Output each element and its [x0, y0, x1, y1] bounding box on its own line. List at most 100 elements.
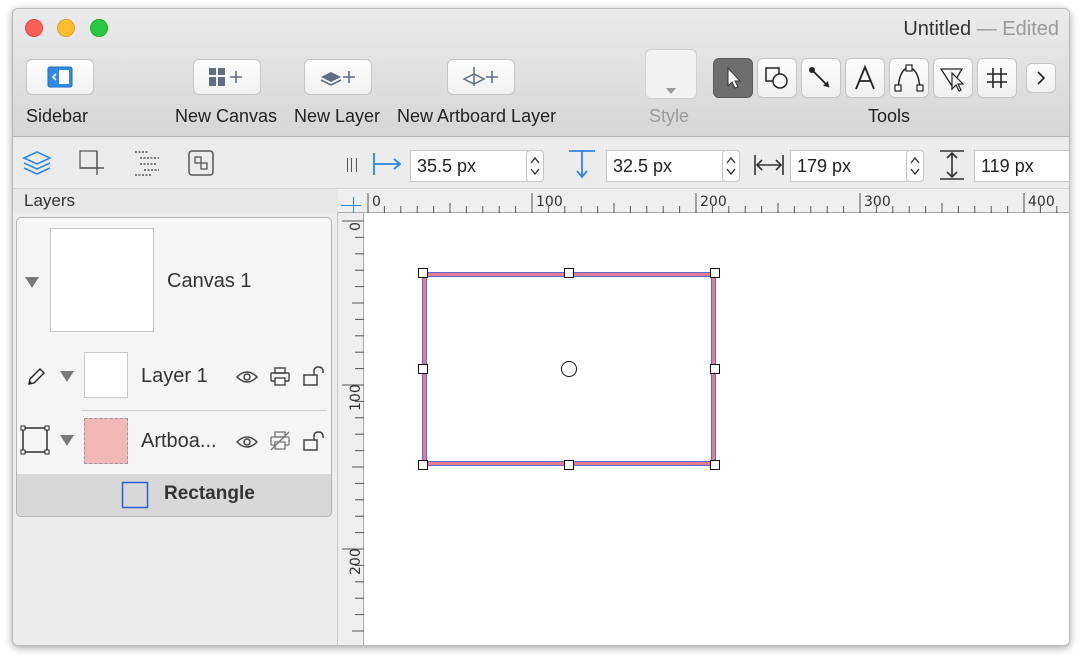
artboard-thumbnail[interactable] [84, 418, 128, 464]
new-layer-button[interactable] [304, 59, 372, 95]
zoom-window-button[interactable] [90, 19, 108, 37]
grid-hash-icon [987, 68, 1007, 88]
close-window-button[interactable] [25, 19, 43, 37]
ruler-label: 0 [372, 194, 381, 210]
layer-1-thumbnail[interactable] [84, 352, 128, 398]
x-position-stepper[interactable] [526, 150, 544, 182]
minimize-window-button[interactable] [57, 19, 75, 37]
app-window: Untitled — Edited Sidebar New Canvas New… [12, 8, 1070, 646]
vertical-ruler-ticks [342, 220, 364, 632]
point-editor-icon [939, 68, 965, 92]
selected-object-row[interactable]: Rectangle [17, 474, 331, 516]
style-well[interactable] [645, 49, 697, 99]
style-label: Style [649, 106, 690, 126]
resize-handle-bottom[interactable] [564, 460, 574, 470]
document-name: Untitled [903, 18, 972, 40]
geometry-inspector-bar: 35.5 px 32.5 px 179 px 119 px [338, 137, 1069, 189]
x-position-icon [373, 153, 402, 175]
sidebar-toggle-button[interactable] [26, 59, 94, 95]
tab-canvases[interactable] [76, 147, 108, 179]
shape-tool[interactable] [757, 58, 797, 98]
layers-icon [22, 151, 52, 175]
new-artboard-layer-button[interactable] [447, 59, 515, 95]
more-tools-button[interactable] [1026, 63, 1056, 93]
resize-handle-bottom-left[interactable] [418, 460, 428, 470]
row-divider [81, 410, 327, 411]
sidebar-label: Sidebar [26, 106, 89, 126]
horizontal-ruler[interactable]: 0 100 200 300 400 [338, 189, 1069, 213]
printing-disabled-icon[interactable] [268, 429, 292, 453]
y-position-stepper[interactable] [722, 150, 740, 182]
new-layer-label: New Layer [294, 106, 381, 126]
chevron-right-icon [1037, 71, 1046, 85]
resize-handle-top-right[interactable] [710, 268, 720, 278]
tools-label: Tools [868, 106, 911, 126]
new-canvas-label: New Canvas [175, 106, 278, 126]
resize-handle-right[interactable] [710, 364, 720, 374]
artboard-disclosure-triangle[interactable] [60, 435, 74, 446]
resize-handle-left[interactable] [418, 364, 428, 374]
point-editor-tool[interactable] [933, 58, 973, 98]
unlocked-padlock-icon[interactable] [301, 429, 327, 453]
tab-outline[interactable] [131, 147, 163, 179]
resize-handle-bottom-right[interactable] [710, 460, 720, 470]
stepper-arrows-icon [910, 156, 920, 176]
ruler-label: 200 [348, 548, 364, 575]
tab-objects[interactable] [185, 147, 217, 179]
width-stepper[interactable] [906, 150, 924, 182]
tab-layers[interactable] [21, 147, 53, 179]
ruler-label: 100 [348, 384, 364, 411]
sidebar-tabs [13, 137, 338, 189]
text-tool[interactable] [845, 58, 885, 98]
height-field[interactable]: 119 px [974, 150, 1069, 182]
line-tool-icon [809, 67, 830, 88]
x-position-field[interactable]: 35.5 px [410, 150, 528, 182]
new-layer-icon [320, 71, 355, 86]
toolbar: Untitled — Edited Sidebar New Canvas New… [13, 9, 1069, 137]
resize-handle-top-left[interactable] [418, 268, 428, 278]
new-artboard-layer-label: New Artboard Layer [397, 106, 557, 126]
edited-status: Edited [1002, 18, 1059, 40]
width-field[interactable]: 179 px [790, 150, 908, 182]
visibility-eye-icon[interactable] [234, 431, 260, 453]
canvas-grid-icon [79, 150, 104, 175]
sidebar-icon [47, 66, 73, 88]
arrow-cursor-icon [727, 66, 742, 89]
artboard-layer-name[interactable]: Artboa... [141, 430, 217, 453]
y-position-icon [569, 150, 595, 179]
style-dropdown-icon [666, 88, 676, 94]
outline-list-icon [135, 151, 159, 176]
pencil-edit-icon[interactable] [25, 366, 47, 388]
ruler-label: 200 [700, 194, 727, 210]
layer-1-name[interactable]: Layer 1 [141, 365, 208, 388]
selection-tool[interactable] [713, 58, 753, 98]
canvas-name[interactable]: Canvas 1 [167, 270, 252, 293]
title-separator: — [976, 18, 997, 40]
drawing-canvas[interactable] [364, 213, 1069, 645]
diagram-tool[interactable] [977, 58, 1017, 98]
pen-tool[interactable] [889, 58, 929, 98]
stepper-arrows-icon [530, 156, 540, 176]
artboard-icon[interactable] [19, 424, 51, 456]
center-point-handle[interactable] [561, 361, 577, 377]
layers-panel-title: Layers [13, 189, 338, 213]
new-canvas-icon [209, 68, 242, 86]
new-canvas-button[interactable] [193, 59, 261, 95]
window-title: Untitled — Edited [903, 18, 1059, 41]
canvas-thumbnail[interactable] [50, 228, 154, 332]
width-icon [754, 155, 784, 175]
ruler-label: 400 [1028, 194, 1055, 210]
layer-1-disclosure-triangle[interactable] [60, 371, 74, 382]
unlocked-padlock-icon[interactable] [301, 364, 327, 388]
rectangle-shape-icon [121, 481, 149, 509]
vertical-ruler[interactable]: 0 100 200 [338, 213, 364, 645]
drag-grip-icon[interactable] [347, 158, 357, 172]
printer-icon[interactable] [268, 365, 292, 389]
ruler-origin-crosshair-icon[interactable] [341, 197, 361, 213]
line-tool[interactable] [801, 58, 841, 98]
ruler-label: 300 [864, 194, 891, 210]
resize-handle-top[interactable] [564, 268, 574, 278]
visibility-eye-icon[interactable] [234, 366, 260, 388]
y-position-field[interactable]: 32.5 px [606, 150, 724, 182]
canvas-disclosure-triangle[interactable] [25, 277, 39, 288]
